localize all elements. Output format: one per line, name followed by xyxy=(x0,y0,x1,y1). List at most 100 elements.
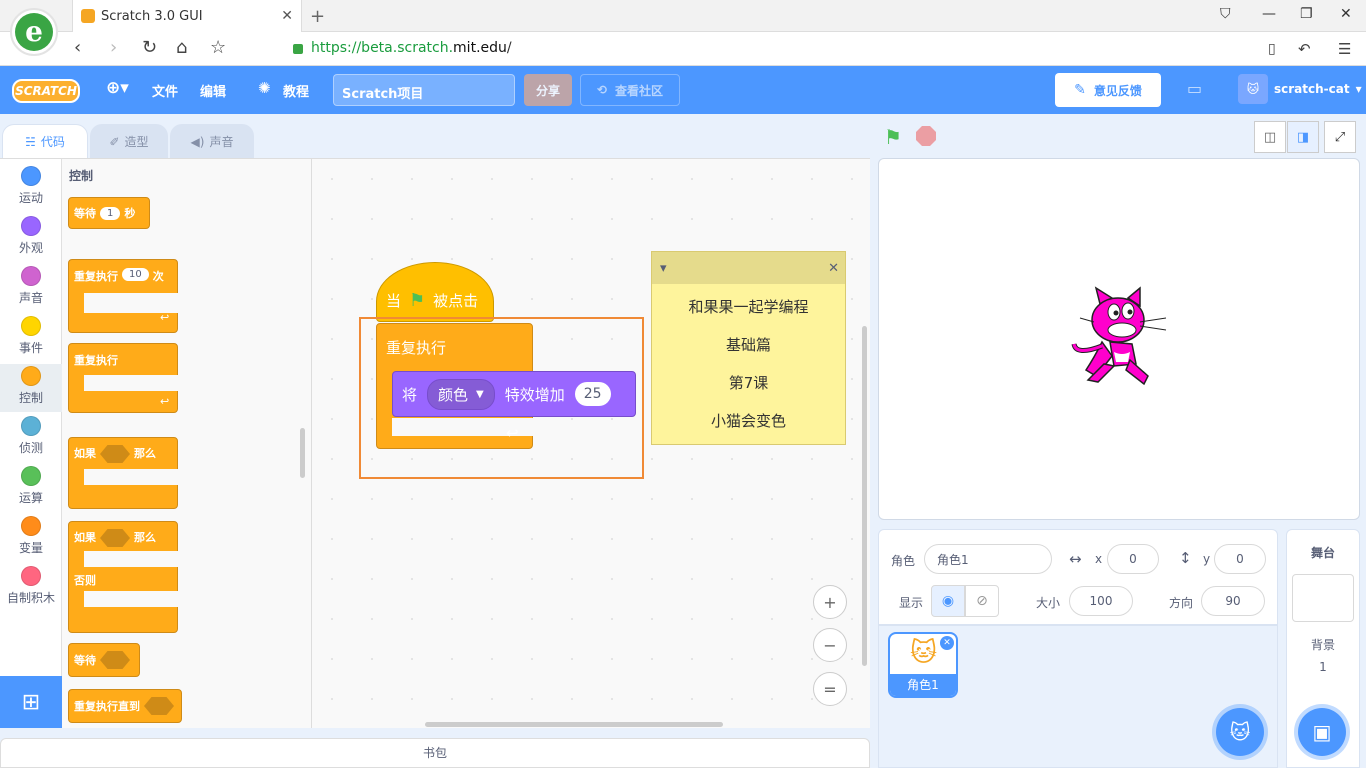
comment-note[interactable]: ▾ ✕ 和果果一起学编程 基础篇 第7课 小猫会变色 xyxy=(651,251,846,445)
size-input[interactable]: 100 xyxy=(1069,586,1133,616)
x-input[interactable]: 0 xyxy=(1107,544,1159,574)
forward-icon[interactable]: › xyxy=(110,37,117,58)
add-extension-button[interactable]: ⊞ xyxy=(0,676,62,728)
show-visible-button[interactable]: ◉ xyxy=(931,585,965,617)
url-field[interactable]: https://beta.scratch.mit.edu/ xyxy=(311,40,512,56)
wait-until-label: 等待 xyxy=(74,654,96,667)
file-menu[interactable]: 文件 xyxy=(152,81,178,100)
repeat-until-block[interactable]: 重复执行直到 xyxy=(68,689,182,723)
close-tab-icon[interactable]: ✕ xyxy=(281,8,293,24)
condition-slot-4[interactable] xyxy=(144,697,174,715)
project-title-input[interactable]: Scratch项目 xyxy=(333,74,515,106)
delete-sprite-icon[interactable]: ✕ xyxy=(940,636,954,650)
zoom-out-button[interactable]: − xyxy=(813,628,847,662)
chevron-down-icon: ▾ xyxy=(1355,82,1362,96)
tab-title: Scratch 3.0 GUI xyxy=(101,8,203,24)
fullscreen-button[interactable]: ⤢ xyxy=(1324,121,1356,153)
block-palette: 控制 等待 1 秒 重复执行 10 次 ↩ 重复执行 ↩ 如果 那么 如果 那么 否则 等待… xyxy=(62,158,312,728)
cat-sprite[interactable] xyxy=(1070,286,1170,392)
share-button[interactable]: 分享 xyxy=(524,74,572,106)
condition-slot-3[interactable] xyxy=(100,651,130,669)
minimize-icon[interactable]: — xyxy=(1262,6,1276,22)
browser-logo[interactable]: e xyxy=(10,8,58,56)
category-3[interactable]: 事件 xyxy=(0,314,62,362)
avatar: 🐱 xyxy=(1238,74,1268,104)
sprite-thumbnail[interactable]: 🐱 ✕ 角色1 xyxy=(888,632,958,698)
extension-icon: ⊞ xyxy=(21,689,41,715)
see-community-button[interactable]: ⟲ 查看社区 xyxy=(580,74,680,106)
category-6[interactable]: 运算 xyxy=(0,464,62,512)
if-label: 如果 xyxy=(74,447,96,460)
wait-until-block[interactable]: 等待 xyxy=(68,643,140,677)
browser-tab-bar: Scratch 3.0 GUI ✕ + ⛉ — ❐ ✕ xyxy=(0,0,1366,32)
tab-code-label: 代码 xyxy=(40,135,65,149)
y-input[interactable]: 0 xyxy=(1214,544,1266,574)
shirt-icon[interactable]: ⛉ xyxy=(1220,6,1231,22)
category-label: 运动 xyxy=(18,191,43,205)
folder-icon[interactable]: ▭ xyxy=(1187,79,1202,98)
tab-code[interactable]: ☵ 代码 xyxy=(2,124,88,158)
edit-menu[interactable]: 编辑 xyxy=(200,81,226,100)
address-bar: ‹ › ↻ ⌂ ☆ https://beta.scratch.mit.edu/ … xyxy=(0,32,1366,66)
new-tab-button[interactable]: + xyxy=(310,6,325,27)
back-icon[interactable]: ‹ xyxy=(74,37,81,58)
category-1[interactable]: 外观 xyxy=(0,214,62,262)
sprite-name: 角色1 xyxy=(890,674,956,696)
category-7[interactable]: 变量 xyxy=(0,514,62,562)
undo-icon[interactable]: ↶ xyxy=(1298,40,1311,58)
wait-block[interactable]: 等待 1 秒 xyxy=(68,197,150,229)
workspace-vertical-scrollbar[interactable] xyxy=(862,326,867,666)
repeat-value[interactable]: 10 xyxy=(122,268,149,281)
add-backdrop-button[interactable]: ▣ xyxy=(1298,708,1346,756)
tab-costumes[interactable]: ✐ 造型 xyxy=(90,124,168,158)
close-icon[interactable]: ✕ xyxy=(828,261,839,276)
category-8[interactable]: 自制积木 xyxy=(0,564,62,612)
green-flag-icon: ⚑ xyxy=(409,290,426,311)
language-globe-icon[interactable]: ⊕▾ xyxy=(106,78,129,98)
feedback-button[interactable]: ✎ 意见反馈 xyxy=(1055,73,1161,107)
tab-sounds[interactable]: ◀) 声音 xyxy=(170,124,254,158)
direction-input[interactable]: 90 xyxy=(1201,586,1265,616)
sprite-name-input[interactable]: 角色1 xyxy=(924,544,1052,574)
forever-label: 重复执行 xyxy=(74,354,118,367)
stop-button[interactable] xyxy=(916,126,936,146)
condition-slot-2[interactable] xyxy=(100,529,130,547)
maximize-icon[interactable]: ❐ xyxy=(1300,6,1313,22)
palette-scrollbar[interactable] xyxy=(300,428,305,478)
category-label: 控制 xyxy=(18,391,43,405)
category-2[interactable]: 声音 xyxy=(0,264,62,312)
workspace-horizontal-scrollbar[interactable] xyxy=(425,722,723,727)
stage-thumbnail[interactable] xyxy=(1292,574,1354,622)
if-else-mouth-2 xyxy=(84,591,180,607)
show-hidden-button[interactable]: ⊘ xyxy=(965,585,999,617)
backpack[interactable]: 书包 xyxy=(0,738,870,768)
browser-tab[interactable]: Scratch 3.0 GUI ✕ xyxy=(72,0,302,32)
add-sprite-button[interactable]: 🐱 xyxy=(1216,708,1264,756)
large-stage-button[interactable]: ◨ xyxy=(1287,121,1319,153)
zoom-in-button[interactable]: + xyxy=(813,585,847,619)
category-4[interactable]: 控制 xyxy=(0,364,62,412)
reload-icon[interactable]: ↻ xyxy=(142,37,157,58)
menu-icon[interactable]: ☰ xyxy=(1338,40,1351,58)
collapse-icon[interactable]: ▾ xyxy=(660,261,667,276)
note-line: 基础篇 xyxy=(725,336,771,354)
backdrop-add-icon: ▣ xyxy=(1312,720,1332,744)
wait-block-label: 等待 xyxy=(74,207,96,220)
tablet-icon[interactable]: ▯ xyxy=(1268,41,1276,57)
tutorials-menu[interactable]: 教程 xyxy=(283,81,309,100)
condition-slot[interactable] xyxy=(100,445,130,463)
category-5[interactable]: 侦测 xyxy=(0,414,62,462)
green-flag-button[interactable]: ⚑ xyxy=(884,125,902,149)
close-window-icon[interactable]: ✕ xyxy=(1340,6,1352,22)
category-0[interactable]: 运动 xyxy=(0,164,62,212)
zoom-reset-button[interactable]: = xyxy=(813,672,847,706)
scratch-logo[interactable]: SCRATCH xyxy=(12,79,80,103)
category-dot-icon xyxy=(21,466,41,486)
small-stage-button[interactable]: ◫ xyxy=(1254,121,1286,153)
user-menu[interactable]: 🐱 scratch-cat ▾ xyxy=(1238,74,1362,104)
home-icon[interactable]: ⌂ xyxy=(176,37,187,58)
wait-value[interactable]: 1 xyxy=(100,206,121,220)
direction-label: 方向 xyxy=(1169,596,1194,610)
star-icon[interactable]: ☆ xyxy=(210,37,226,58)
note-header[interactable]: ▾ ✕ xyxy=(652,252,845,284)
